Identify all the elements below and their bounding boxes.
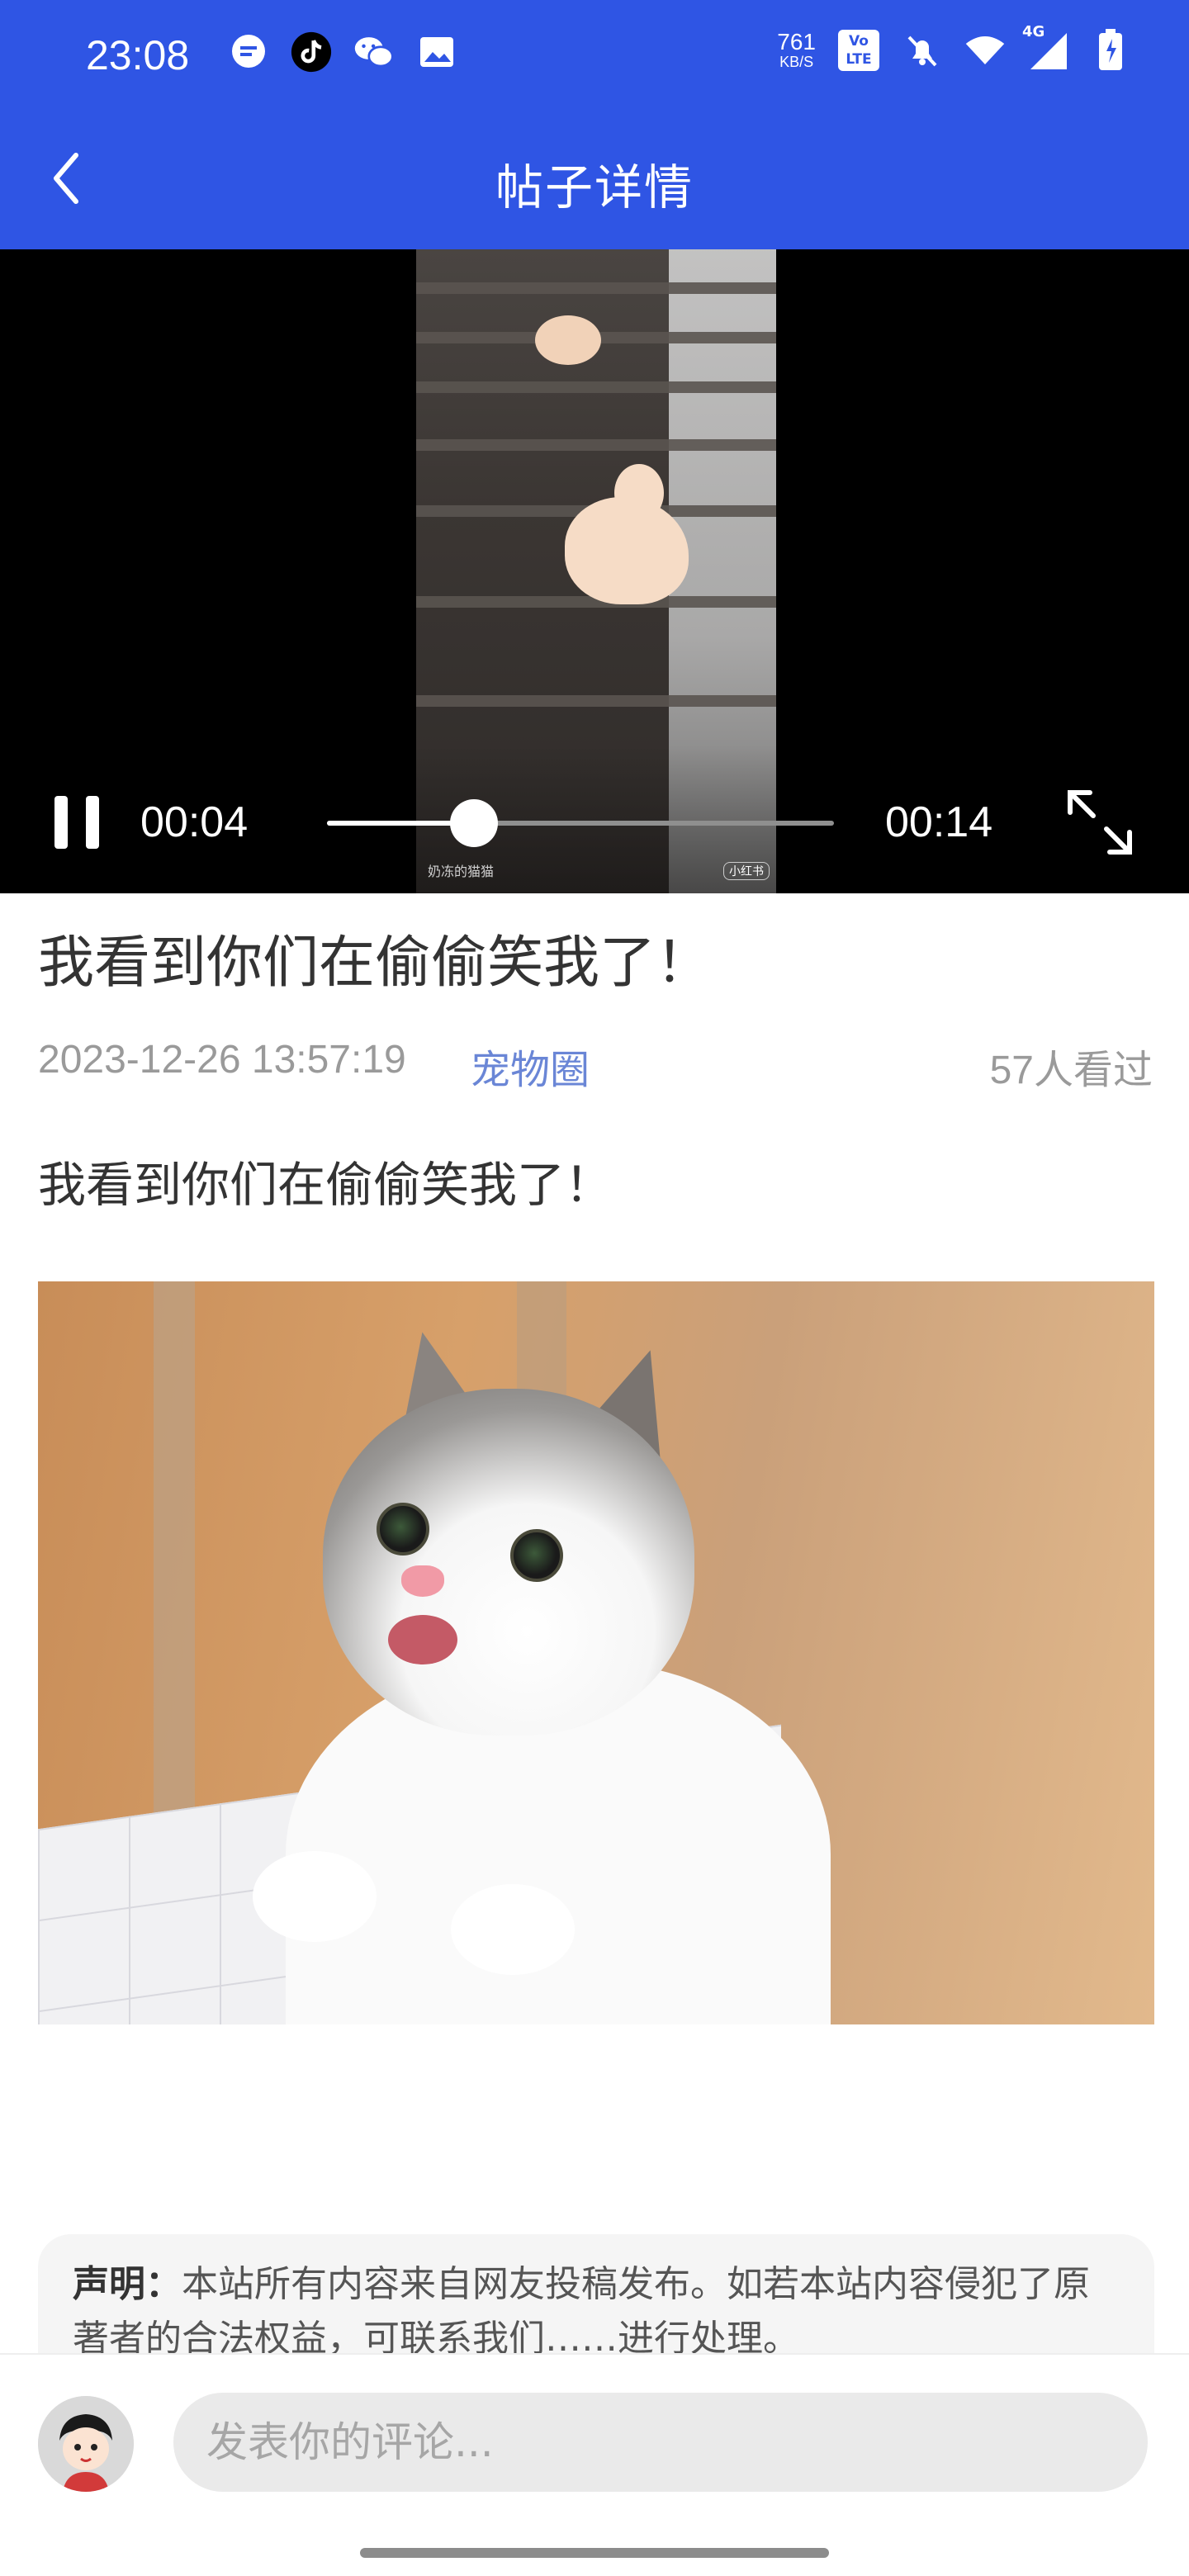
disclaimer-text: 本站所有内容来自网友投稿发布。如若本站内容侵犯了原著者的合法权益，可联系我们………: [73, 2263, 1090, 2360]
post-image[interactable]: [38, 1281, 1154, 2024]
tiktok-icon: [291, 31, 332, 73]
video-seek-handle[interactable]: [450, 799, 499, 847]
system-icons: 761 KB/S Vo LTE 4G: [777, 23, 1131, 71]
gallery-icon: [416, 31, 457, 73]
post-category-link[interactable]: 宠物圈: [471, 1037, 590, 1095]
bell-off-icon: [902, 30, 943, 71]
pause-icon: [54, 796, 68, 849]
notification-icons: [228, 31, 457, 73]
wifi-icon: [964, 30, 1006, 71]
top-bar: 23:08 761 KB/S Vo LTE 4G 帖子详情: [0, 0, 1189, 249]
comment-bar: [0, 2353, 1189, 2576]
network-speed: 761 KB/S: [777, 29, 816, 71]
status-time: 23:08: [86, 32, 190, 78]
post-title: 我看到你们在偷偷笑我了！: [38, 930, 713, 996]
post-view-count: 57人看过: [989, 1049, 1153, 1092]
comment-input[interactable]: [173, 2393, 1148, 2492]
wechat-icon: [353, 31, 395, 73]
kitten-image: [535, 315, 601, 365]
video-player[interactable]: 奶冻的猫猫 小红书 00:04 00:14: [0, 249, 1189, 893]
avatar[interactable]: [38, 2396, 134, 2492]
battery-icon: [1090, 29, 1131, 71]
video-watermark-author: 奶冻的猫猫: [428, 864, 495, 879]
page-title: 帖子详情: [495, 159, 694, 215]
status-bar: 23:08 761 KB/S Vo LTE 4G: [0, 0, 1189, 112]
fullscreen-icon: [1068, 790, 1132, 855]
post-datetime: 2023-12-26 13:57:19: [38, 1038, 406, 1082]
user-avatar-icon: [38, 2396, 134, 2492]
post-body-text: 我看到你们在偷偷笑我了！: [38, 1157, 613, 1213]
volte-icon: Vo LTE: [837, 30, 880, 71]
video-current-time: 00:04: [140, 798, 249, 846]
video-watermark-brand: 小红书: [723, 862, 770, 880]
signal-icon: 4G: [1022, 23, 1068, 71]
gesture-bar[interactable]: [360, 2548, 829, 2558]
video-seek-bar[interactable]: [327, 799, 834, 847]
disclaimer-label: 声明：: [73, 2263, 182, 2305]
post-meta: 2023-12-26 13:57:19 宠物圈 57人看过: [38, 1037, 1153, 1092]
fullscreen-button[interactable]: [1065, 788, 1135, 857]
message-icon: [228, 31, 269, 73]
pause-button[interactable]: [51, 796, 102, 854]
video-duration: 00:14: [885, 798, 993, 846]
app-bar: 帖子详情: [0, 112, 1189, 249]
